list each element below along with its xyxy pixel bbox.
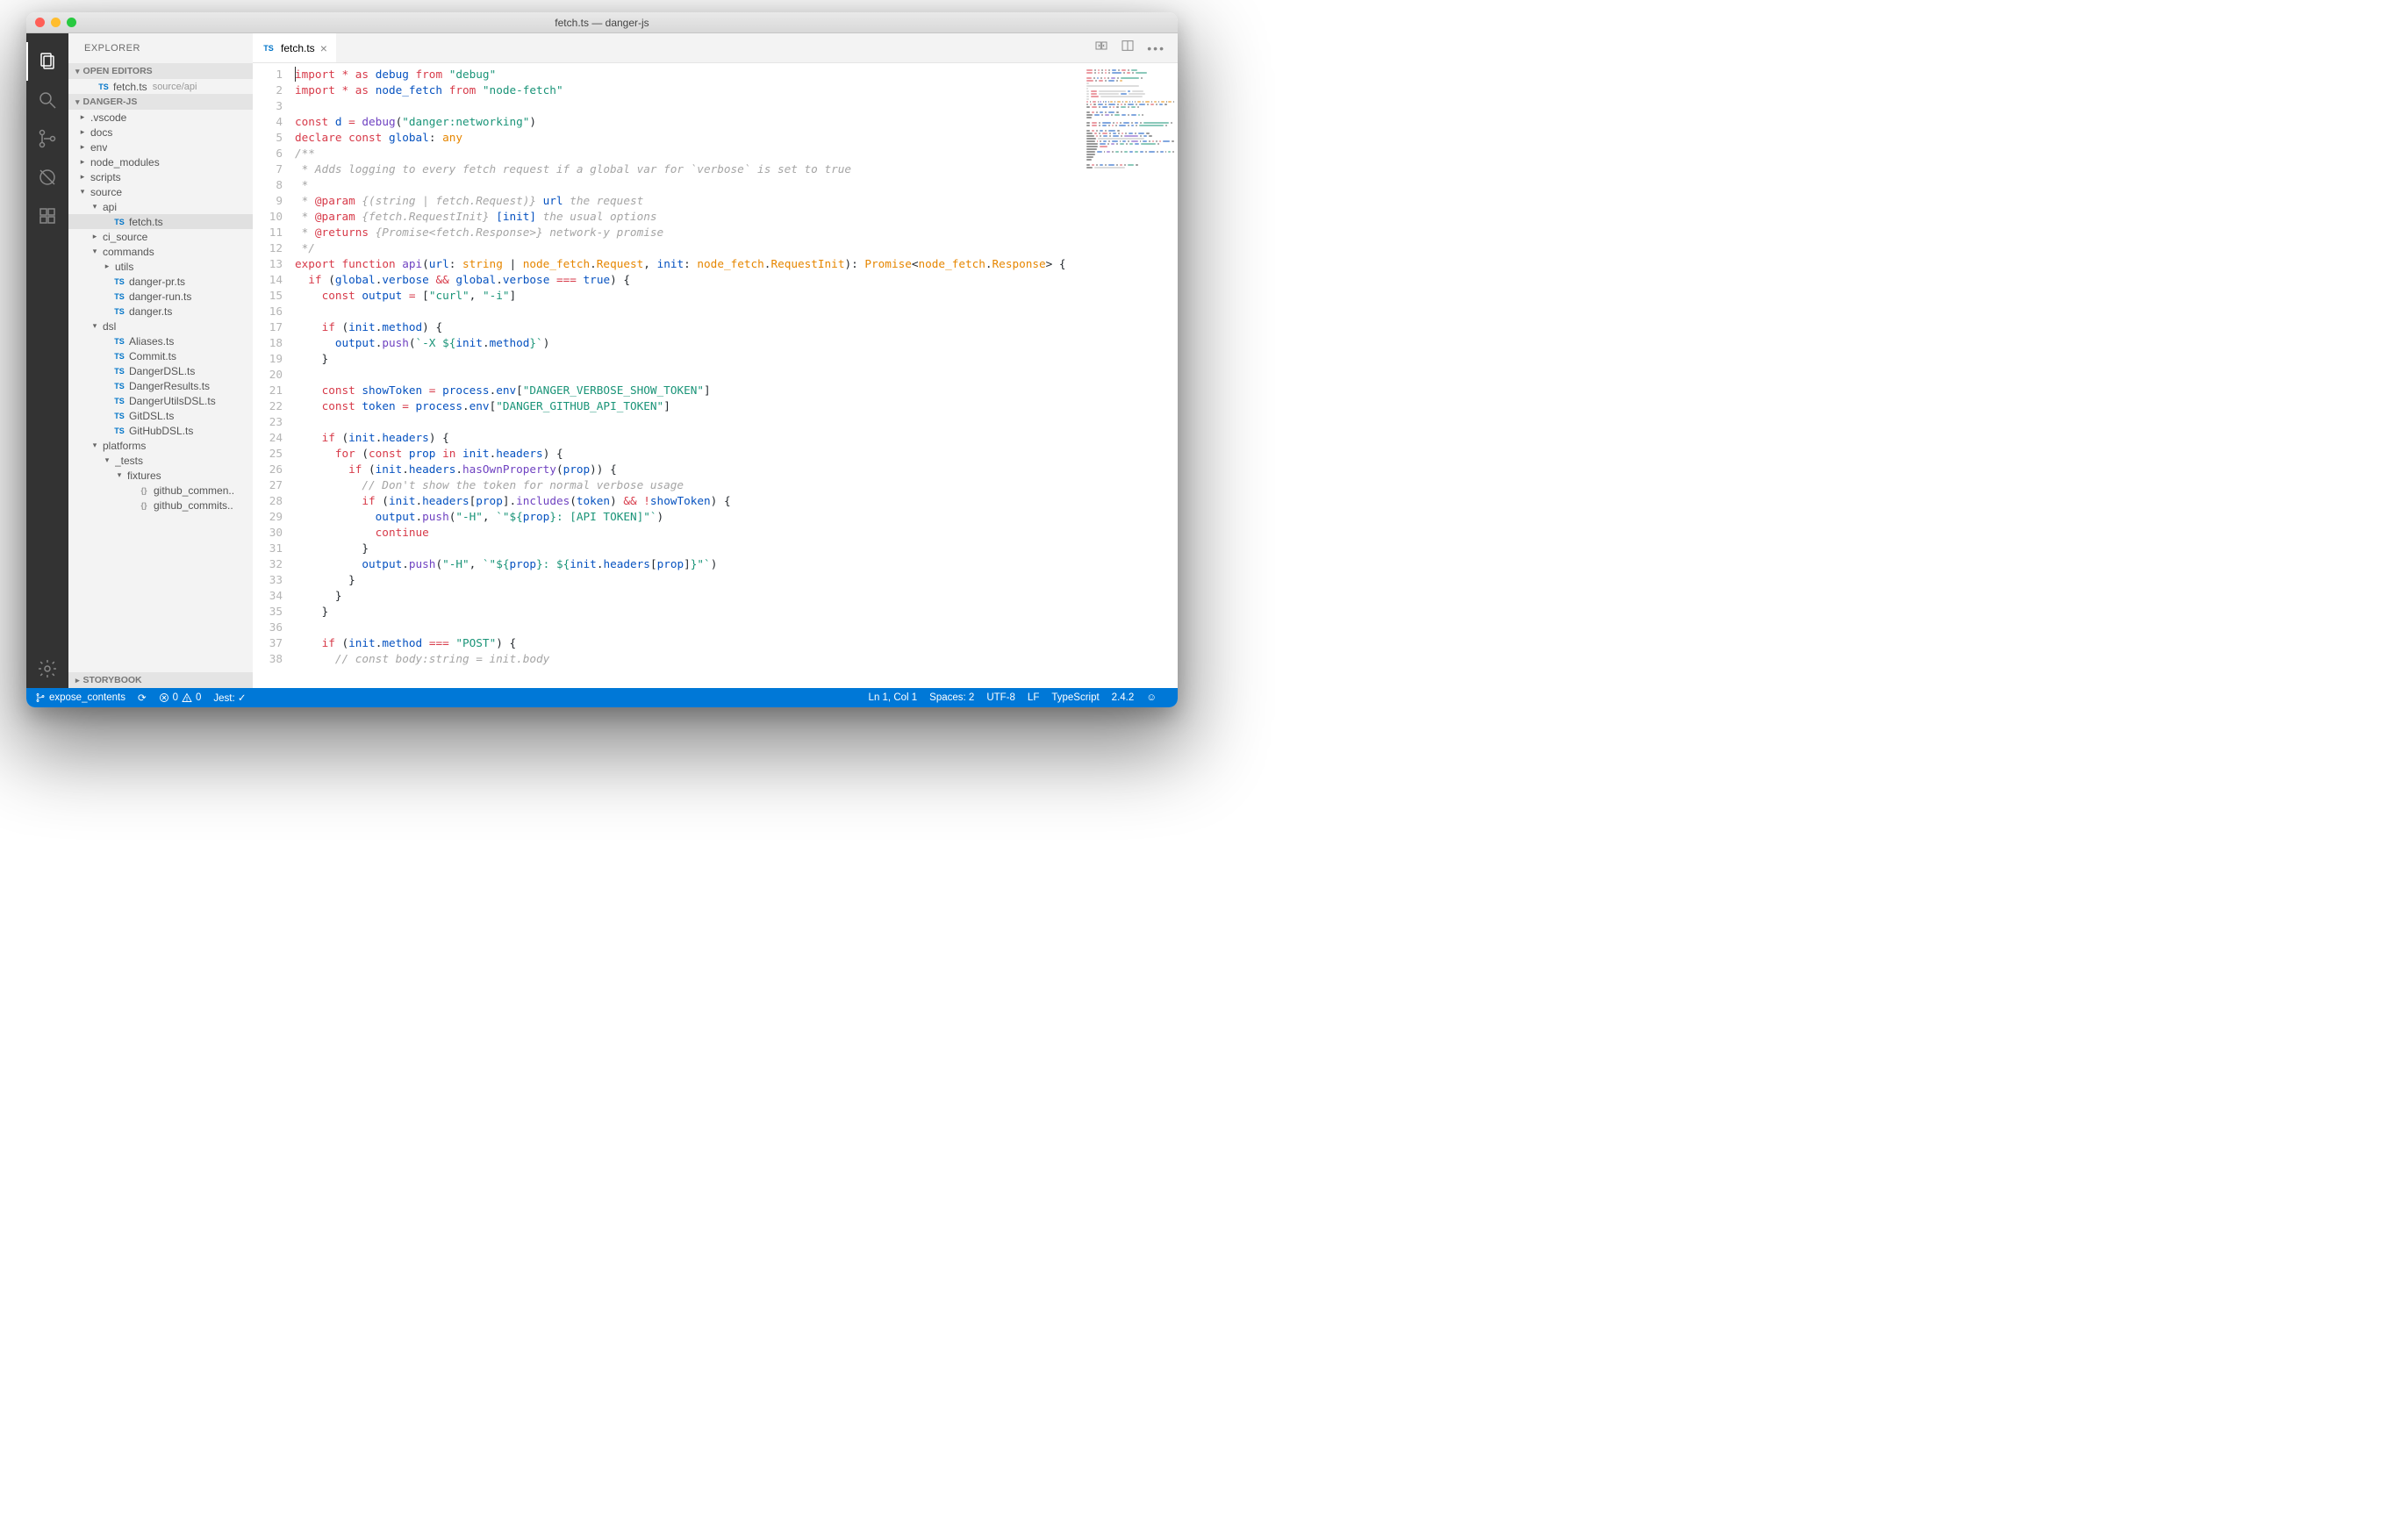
typescript-icon: TS: [112, 350, 126, 362]
typescript-icon: TS: [112, 335, 126, 348]
language-mode[interactable]: TypeScript: [1051, 692, 1099, 703]
file-item[interactable]: TSfetch.ts: [68, 214, 253, 229]
cursor: [295, 67, 296, 82]
json-icon: {}: [137, 499, 151, 512]
folder-item[interactable]: ▾api: [68, 199, 253, 214]
gutter: 1234567891011121314151617181920212223242…: [253, 63, 295, 688]
tab-label: fetch.ts: [281, 42, 315, 54]
file-item[interactable]: TSdanger.ts: [68, 304, 253, 319]
typescript-icon: TS: [112, 305, 126, 318]
typescript-icon: TS: [112, 216, 126, 228]
close-icon[interactable]: ×: [320, 41, 327, 55]
json-icon: {}: [137, 484, 151, 497]
folder-item[interactable]: ▸docs: [68, 125, 253, 140]
typescript-icon: TS: [112, 290, 126, 303]
typescript-icon: TS: [262, 42, 276, 54]
titlebar: fetch.ts — danger-js: [26, 12, 1178, 33]
extensions-icon[interactable]: [26, 197, 68, 235]
split-icon[interactable]: [1121, 39, 1135, 57]
settings-icon[interactable]: [26, 649, 68, 688]
status-bar: expose_contents ⟳ 0 0 Jest: ✓ Ln 1, Col …: [26, 688, 1178, 707]
folder-item[interactable]: ▸.vscode: [68, 110, 253, 125]
file-item[interactable]: TSdanger-pr.ts: [68, 274, 253, 289]
eol[interactable]: LF: [1028, 692, 1039, 703]
explorer-panel: EXPLORER ▾OPEN EDITORS TSfetch.tssource/…: [68, 33, 253, 688]
chevron-icon: ▾: [77, 187, 88, 197]
chevron-icon: ▾: [114, 470, 125, 480]
chevron-icon: ▸: [77, 157, 88, 167]
file-item[interactable]: TSGitDSL.ts: [68, 408, 253, 423]
open-editor-item[interactable]: TSfetch.tssource/api: [68, 79, 253, 94]
chevron-icon: ▸: [102, 262, 112, 271]
file-item[interactable]: TSGitHubDSL.ts: [68, 423, 253, 438]
vscode-window: fetch.ts — danger-js EXPLORER ▾OPEN EDIT…: [26, 12, 1178, 707]
problems[interactable]: 0 0: [159, 692, 202, 703]
jest-status[interactable]: Jest: ✓: [213, 692, 246, 704]
folder-item[interactable]: ▸env: [68, 140, 253, 154]
chevron-icon: ▾: [90, 321, 100, 331]
storybook-section[interactable]: ▸STORYBOOK: [68, 672, 253, 688]
code-area[interactable]: import * as debug from "debug"import * a…: [295, 63, 1083, 688]
workspace-section[interactable]: ▾DANGER-JS: [68, 94, 253, 110]
tab-bar: TS fetch.ts × •••: [253, 33, 1178, 63]
indentation[interactable]: Spaces: 2: [929, 692, 974, 703]
minimap[interactable]: [1083, 63, 1178, 688]
chevron-icon: ▾: [90, 247, 100, 256]
typescript-icon: TS: [112, 410, 126, 422]
cursor-position[interactable]: Ln 1, Col 1: [869, 692, 918, 703]
git-branch[interactable]: expose_contents: [35, 692, 125, 703]
open-editors-section[interactable]: ▾OPEN EDITORS: [68, 63, 253, 79]
file-item[interactable]: TSDangerResults.ts: [68, 378, 253, 393]
explorer-title: EXPLORER: [68, 33, 253, 63]
folder-item[interactable]: ▾_tests: [68, 453, 253, 468]
chevron-icon: ▾: [90, 441, 100, 450]
folder-item[interactable]: ▾fixtures: [68, 468, 253, 483]
folder-item[interactable]: ▾dsl: [68, 319, 253, 333]
file-item[interactable]: TSDangerDSL.ts: [68, 363, 253, 378]
typescript-icon: TS: [112, 395, 126, 407]
sync-icon[interactable]: ⟳: [138, 692, 147, 704]
search-icon[interactable]: [26, 81, 68, 119]
chevron-icon: ▸: [77, 172, 88, 182]
more-icon[interactable]: •••: [1147, 41, 1165, 55]
typescript-icon: TS: [97, 81, 111, 93]
folder-item[interactable]: ▸scripts: [68, 169, 253, 184]
tab-fetch[interactable]: TS fetch.ts ×: [253, 33, 336, 62]
file-item[interactable]: {}github_commits..: [68, 498, 253, 513]
compare-icon[interactable]: [1094, 39, 1108, 57]
file-item[interactable]: TSdanger-run.ts: [68, 289, 253, 304]
file-item[interactable]: {}github_commen..: [68, 483, 253, 498]
folder-item[interactable]: ▸utils: [68, 259, 253, 274]
folder-item[interactable]: ▾commands: [68, 244, 253, 259]
file-item[interactable]: TSCommit.ts: [68, 348, 253, 363]
typescript-icon: TS: [112, 425, 126, 437]
chevron-icon: ▾: [102, 455, 112, 465]
folder-item[interactable]: ▾platforms: [68, 438, 253, 453]
debug-icon[interactable]: [26, 158, 68, 197]
typescript-icon: TS: [112, 380, 126, 392]
file-item[interactable]: TSDangerUtilsDSL.ts: [68, 393, 253, 408]
version[interactable]: 2.4.2: [1112, 692, 1135, 703]
typescript-icon: TS: [112, 276, 126, 288]
activity-bar: [26, 33, 68, 688]
folder-item[interactable]: ▸node_modules: [68, 154, 253, 169]
folder-item[interactable]: ▾source: [68, 184, 253, 199]
window-title: fetch.ts — danger-js: [26, 17, 1178, 29]
chevron-icon: ▸: [77, 112, 88, 122]
folder-item[interactable]: ▸ci_source: [68, 229, 253, 244]
file-item[interactable]: TSAliases.ts: [68, 333, 253, 348]
chevron-icon: ▾: [90, 202, 100, 211]
explorer-icon[interactable]: [26, 42, 68, 81]
encoding[interactable]: UTF-8: [986, 692, 1015, 703]
editor[interactable]: 1234567891011121314151617181920212223242…: [253, 63, 1178, 688]
typescript-icon: TS: [112, 365, 126, 377]
git-icon[interactable]: [26, 119, 68, 158]
chevron-icon: ▸: [90, 232, 100, 241]
feedback-icon[interactable]: ☺: [1146, 692, 1157, 703]
chevron-icon: ▸: [77, 127, 88, 137]
chevron-icon: ▸: [77, 142, 88, 152]
